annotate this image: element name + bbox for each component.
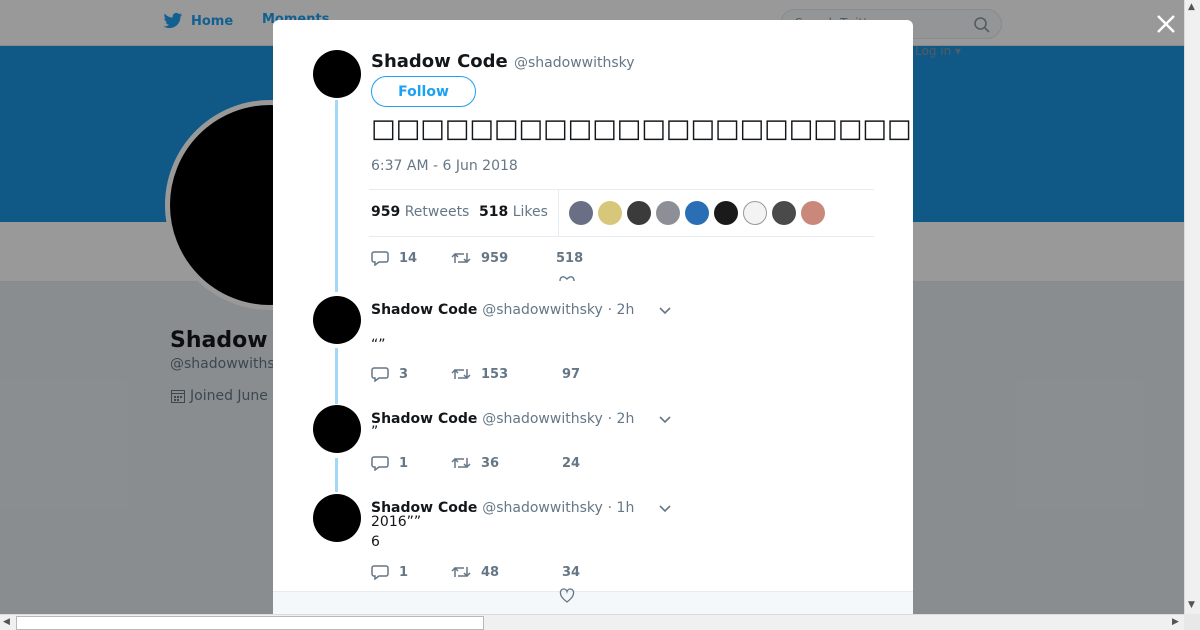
reply-timestamp[interactable]: · 1h (608, 500, 635, 516)
tweet-stats: 959 Retweets 518 Likes (369, 189, 874, 237)
liker-avatar[interactable] (714, 201, 738, 225)
reply-author-name[interactable]: Shadow Code (371, 411, 477, 427)
tweet-author-name[interactable]: Shadow Code (371, 51, 508, 72)
close-icon[interactable] (1154, 12, 1178, 36)
reply-count: 1 (399, 455, 409, 471)
scroll-up-arrow-icon[interactable]: ▲ (1188, 2, 1195, 12)
horizontal-scroll-thumb[interactable] (16, 616, 484, 630)
reply-text-line: ” (371, 424, 379, 440)
scroll-down-arrow-icon[interactable]: ▼ (1188, 600, 1195, 610)
reply-text: ” (371, 422, 378, 442)
scrollbar-corner (1184, 614, 1200, 630)
likes-count: 518 (479, 204, 509, 220)
reply-actions: 3 153 97 (371, 366, 580, 382)
retweet-button[interactable]: 153 (451, 366, 562, 382)
chevron-down-icon[interactable] (658, 504, 672, 514)
retweet-icon (451, 457, 471, 469)
reply-button[interactable]: 3 (371, 366, 451, 382)
like-button[interactable]: 34 (562, 565, 580, 580)
reply-text-line: “” (371, 337, 386, 353)
like-button[interactable]: 97 (562, 367, 580, 382)
reply-text: 2016”” 6 (371, 512, 421, 552)
reply-timestamp[interactable]: · 2h (608, 302, 635, 318)
liker-avatar[interactable] (627, 201, 651, 225)
avatar[interactable] (313, 405, 361, 453)
tweet-text: □□□□□□□□□□□□□□□□□□□□□□□□□□□□□□□□□□□□□□□□… (371, 114, 913, 144)
retweets-label: Retweets (404, 204, 470, 220)
liker-avatar[interactable] (656, 201, 680, 225)
reply-author-name[interactable]: Shadow Code (371, 302, 477, 318)
like-button[interactable]: 518 (556, 251, 583, 266)
reply-button[interactable]: 1 (371, 455, 451, 471)
like-count: 34 (562, 564, 581, 580)
retweet-button[interactable]: 959 (451, 250, 556, 266)
retweet-icon (451, 252, 471, 264)
avatar[interactable] (313, 494, 361, 542)
reply-timestamp[interactable]: · 2h (608, 411, 635, 427)
reply-icon (371, 251, 389, 266)
scroll-right-arrow-icon[interactable]: ▶ (1172, 617, 1179, 627)
vertical-scrollbar[interactable]: ▲ ▼ (1184, 0, 1200, 614)
like-count: 97 (562, 366, 581, 382)
avatar[interactable] (313, 50, 361, 98)
liker-avatar[interactable] (801, 201, 825, 225)
scroll-left-arrow-icon[interactable]: ◀ (3, 617, 10, 627)
retweet-button[interactable]: 48 (451, 564, 562, 580)
follow-button[interactable]: Follow (371, 76, 476, 107)
retweet-count: 48 (481, 564, 500, 580)
liker-avatar[interactable] (743, 201, 767, 225)
reply-actions: 1 48 34 (371, 564, 580, 580)
liker-avatar[interactable] (685, 201, 709, 225)
reply-author-handle[interactable]: @shadowwithsky (482, 411, 603, 427)
reply-button[interactable]: 14 (371, 250, 451, 266)
reply-count: 1 (399, 564, 409, 580)
reply-author-handle[interactable]: @shadowwithsky (482, 500, 603, 516)
like-count: 518 (556, 250, 584, 266)
reply-icon (371, 456, 389, 471)
reply-text-line: 2016”” (371, 514, 422, 530)
tweet-author-handle[interactable]: @shadowwithsky (514, 55, 635, 71)
reply-icon (371, 367, 389, 382)
chevron-down-icon[interactable] (658, 415, 672, 425)
tweet-timestamp[interactable]: 6:37 AM - 6 Jun 2018 (371, 158, 518, 174)
retweet-count: 959 (481, 250, 509, 266)
reply-header: Shadow Code @shadowwithsky · 2h (371, 302, 634, 318)
heart-icon[interactable] (559, 274, 575, 282)
thread-connector (335, 348, 338, 404)
liker-avatar[interactable] (569, 201, 593, 225)
retweet-icon (451, 368, 471, 380)
likes-label: Likes (512, 204, 548, 220)
retweets-count: 959 (371, 204, 401, 220)
retweet-count: 153 (481, 366, 509, 382)
avatar[interactable] (313, 296, 361, 344)
reply-button[interactable]: 1 (371, 564, 451, 580)
retweet-icon (451, 566, 471, 578)
thread-connector (335, 100, 338, 292)
reply-text-line: 6 (371, 534, 380, 550)
reply-author-handle[interactable]: @shadowwithsky (482, 302, 603, 318)
liker-avatar[interactable] (772, 201, 796, 225)
stats-divider (558, 190, 559, 236)
reply-actions: 1 36 24 (371, 455, 580, 471)
retweets-stat[interactable]: 959 Retweets (371, 204, 469, 220)
likes-stat[interactable]: 518 Likes (479, 204, 548, 220)
reply-header: Shadow Code @shadowwithsky · 2h (371, 411, 634, 427)
chevron-down-icon[interactable] (658, 306, 672, 316)
reply-count: 3 (399, 366, 409, 382)
like-count: 24 (562, 455, 581, 471)
more-replies-strip (273, 591, 913, 614)
retweet-button[interactable]: 36 (451, 455, 562, 471)
like-button[interactable]: 24 (562, 456, 580, 471)
reply-icon (371, 565, 389, 580)
retweet-count: 36 (481, 455, 500, 471)
tweet-actions: 14 959 518 (371, 250, 583, 266)
heart-icon[interactable] (559, 588, 575, 604)
tweet-modal: Shadow Code @shadowwithsky Follow □□□□□□… (273, 20, 913, 614)
thread-connector (335, 458, 338, 492)
horizontal-scrollbar[interactable]: ◀ ▶ (0, 614, 1184, 630)
reply-count: 14 (399, 250, 418, 266)
reply-text: “” (371, 335, 386, 355)
liker-avatar[interactable] (598, 201, 622, 225)
